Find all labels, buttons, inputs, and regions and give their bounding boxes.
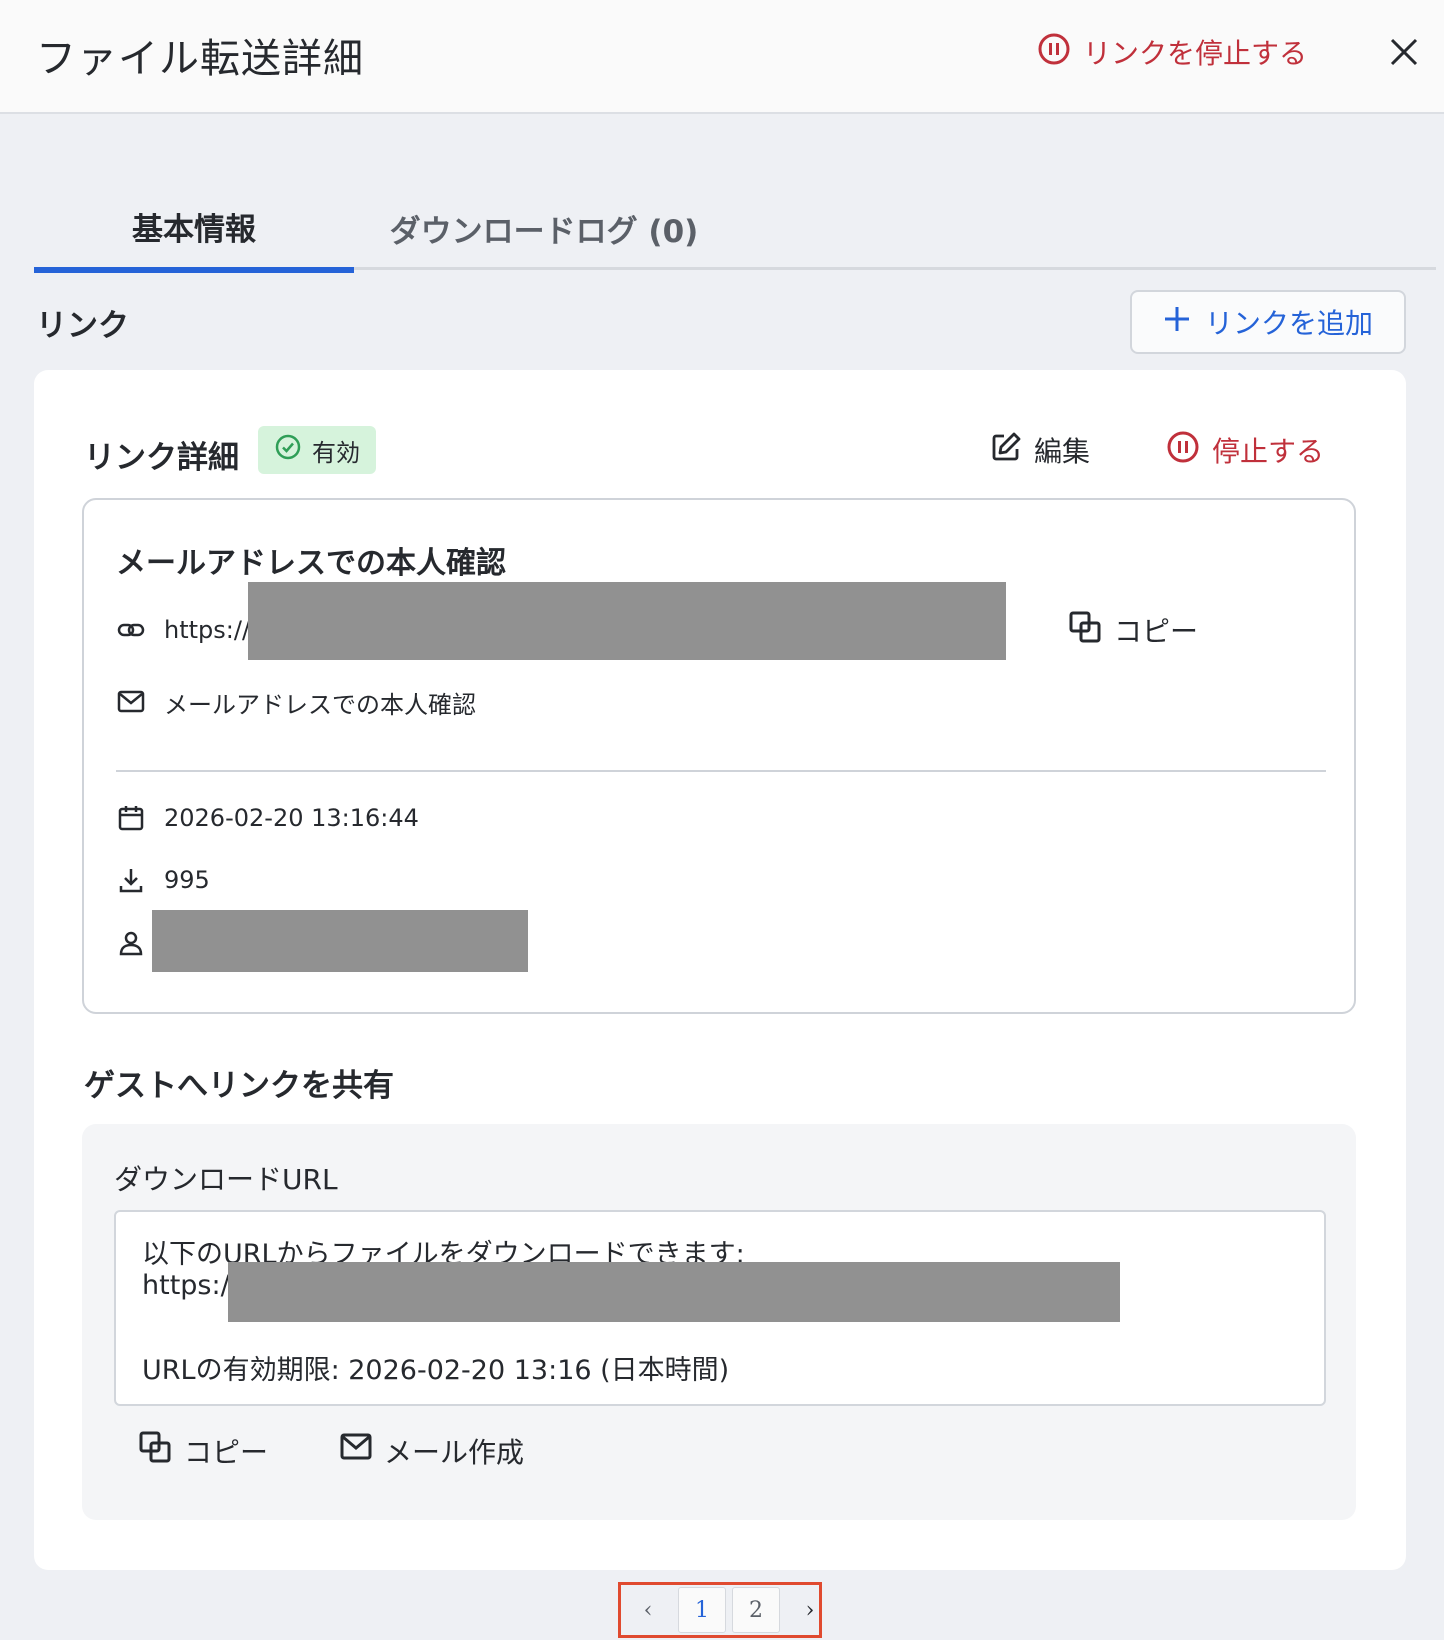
owner-row	[116, 920, 146, 966]
calendar-icon	[116, 803, 146, 833]
redacted-owner-block	[152, 910, 528, 972]
download-url-label: ダウンロードURL	[114, 1163, 338, 1196]
pagination-next[interactable]: ›	[786, 1587, 834, 1633]
user-icon	[116, 928, 146, 958]
tab-bar: 基本情報 ダウンロードログ (0)	[34, 186, 1436, 273]
share-message-textbox[interactable]: 以下のURLからファイルをダウンロードできます: https:// URLの有効…	[114, 1210, 1326, 1406]
share-actions: コピー メール作成	[138, 1430, 524, 1471]
close-icon[interactable]	[1386, 34, 1422, 70]
links-section-title: リンク	[36, 308, 129, 344]
edit-icon	[990, 431, 1022, 470]
status-badge: 有効	[258, 426, 376, 474]
auth-method-text: メールアドレスでの本人確認	[164, 690, 476, 719]
redacted-share-url-block	[228, 1262, 1120, 1322]
dialog-header: ファイル転送詳細 リンクを停止する	[0, 0, 1444, 114]
link-url-row: https://c	[116, 608, 263, 652]
share-message-url: https://	[142, 1270, 239, 1301]
link-card: リンク詳細 有効 編集 停止する メールアドレスでの本人確認 https://c	[34, 370, 1406, 1570]
mail-icon	[116, 687, 146, 717]
pause-circle-icon	[1037, 32, 1071, 73]
stop-label: 停止する	[1212, 435, 1325, 468]
link-icon	[116, 615, 146, 645]
guest-share-box: ダウンロードURL 以下のURLからファイルをダウンロードできます: https…	[82, 1124, 1356, 1520]
share-message-expiry: URLの有効期限: 2026-02-20 13:16 (日本時間)	[142, 1355, 730, 1386]
auth-title: メールアドレスでの本人確認	[116, 546, 506, 581]
tab-basic-info[interactable]: 基本情報	[34, 186, 354, 273]
status-badge-label: 有効	[312, 438, 360, 467]
download-count-row: 995	[116, 860, 210, 900]
add-link-button[interactable]: リンクを追加	[1130, 290, 1406, 354]
pagination-page-1[interactable]: 1	[678, 1587, 726, 1633]
pagination-prev[interactable]: ‹	[624, 1587, 672, 1633]
divider	[116, 770, 1326, 772]
download-count-text: 995	[164, 866, 210, 894]
download-icon	[116, 865, 146, 895]
plus-icon	[1163, 305, 1191, 340]
copy-icon	[138, 1430, 172, 1471]
stop-link-header-label: リンクを停止する	[1083, 37, 1308, 70]
copy-message-label: コピー	[184, 1435, 269, 1469]
copy-icon	[1068, 610, 1102, 651]
auth-method-row: メールアドレスでの本人確認	[116, 682, 476, 722]
stop-link-header-button[interactable]: リンクを停止する	[1037, 32, 1307, 72]
expiry-text: 2026-02-20 13:16:44	[164, 804, 419, 832]
check-circle-icon	[274, 433, 302, 467]
copy-link-button[interactable]: コピー	[1068, 608, 1198, 652]
pause-circle-icon	[1166, 430, 1200, 471]
compose-mail-button[interactable]: メール作成	[340, 1430, 524, 1471]
guest-share-title: ゲストへリンクを共有	[84, 1068, 394, 1104]
mail-icon	[340, 1433, 372, 1468]
edit-button[interactable]: 編集	[990, 428, 1090, 472]
copy-link-label: コピー	[1114, 615, 1199, 648]
stop-button[interactable]: 停止する	[1166, 428, 1324, 472]
link-info-box: メールアドレスでの本人確認 https://c コピー メールアドレスでの本人確…	[82, 498, 1356, 1014]
pagination: ‹ 1 2 ›	[624, 1586, 834, 1634]
edit-label: 編集	[1034, 435, 1091, 468]
redacted-url-block	[248, 582, 1006, 660]
link-detail-title: リンク詳細	[84, 440, 239, 476]
copy-message-button[interactable]: コピー	[138, 1430, 268, 1471]
expiry-row: 2026-02-20 13:16:44	[116, 798, 419, 838]
tab-download-log[interactable]: ダウンロードログ (0)	[354, 186, 734, 270]
pagination-page-2[interactable]: 2	[732, 1587, 780, 1633]
compose-mail-label: メール作成	[384, 1435, 525, 1469]
dialog-title: ファイル転送詳細	[36, 36, 364, 82]
add-link-label: リンクを追加	[1204, 307, 1373, 340]
